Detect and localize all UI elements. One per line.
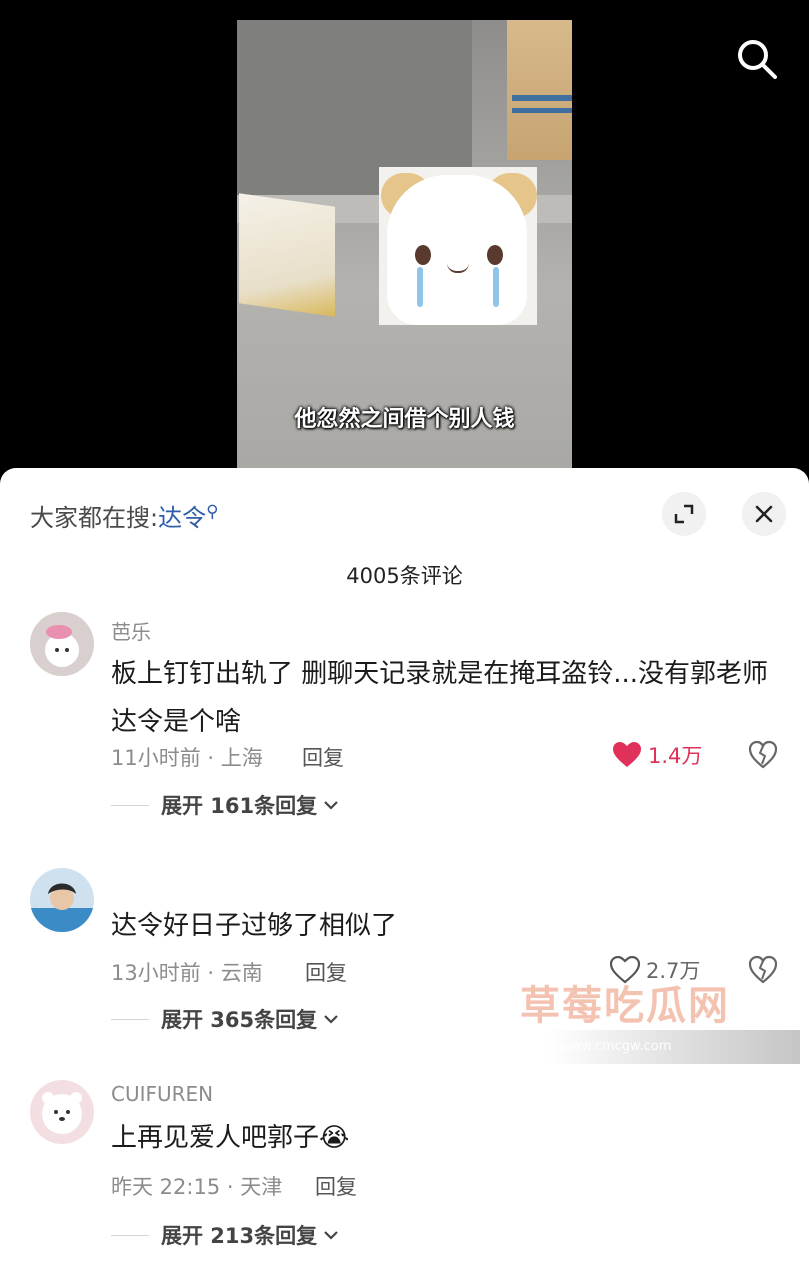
reply-button[interactable]: 回复 <box>305 957 347 987</box>
expand-replies-label: 展开 213条回复 <box>161 1224 318 1248</box>
comment-count: 4005条评论 <box>346 564 463 588</box>
comment-username[interactable]: CUIFUREN <box>111 1082 213 1106</box>
like-count: 1.4万 <box>648 744 703 768</box>
close-icon <box>755 505 773 523</box>
expand-button[interactable] <box>662 492 706 536</box>
dislike-icon[interactable] <box>748 740 778 770</box>
divider <box>111 1018 149 1020</box>
hot-search-bar[interactable]: 大家都在搜:达令⚲ <box>30 498 219 533</box>
avatar-image <box>30 1080 94 1144</box>
expand-replies-label: 展开 365条回复 <box>161 1008 318 1032</box>
expand-replies-button[interactable]: 展开 213条回复 <box>111 1220 339 1250</box>
watermark-title: 草莓吃瓜网 <box>520 983 730 1029</box>
close-button[interactable] <box>742 492 786 536</box>
plush-tear <box>417 267 423 307</box>
divider <box>111 1234 149 1236</box>
reply-button[interactable]: 回复 <box>315 1171 357 1201</box>
video-frame[interactable]: 他忽然之间借个别人钱 <box>237 20 572 470</box>
avatar[interactable] <box>30 1080 94 1144</box>
plush-eye <box>415 245 431 265</box>
video-scene-rope <box>512 108 572 113</box>
expand-icon <box>674 504 694 524</box>
small-search-icon: ⚲ <box>206 502 219 522</box>
expand-replies-button[interactable]: 展开 161条回复 <box>111 790 339 820</box>
avatar-image <box>30 868 94 932</box>
chevron-down-icon <box>324 1015 338 1024</box>
search-button[interactable] <box>734 36 780 82</box>
hot-search-keyword[interactable]: 达令 <box>158 504 206 532</box>
video-scene-rope <box>512 95 572 101</box>
avatar-image <box>30 612 94 676</box>
video-player[interactable]: 他忽然之间借个别人钱 <box>0 0 809 470</box>
like-button[interactable]: 1.4万 <box>612 740 702 770</box>
divider <box>111 804 149 806</box>
chevron-down-icon <box>324 801 338 810</box>
comment-sheet: 大家都在搜:达令⚲ 4005条评论 芭乐 板上钉钉出轨了 删聊天记录就是在掩耳盗… <box>0 468 809 1280</box>
expand-replies-button[interactable]: 展开 365条回复 <box>111 1004 339 1034</box>
video-scene-cardboard <box>507 20 572 160</box>
watermark-url: www.cmcgw.com <box>548 1030 800 1064</box>
search-icon <box>738 40 777 79</box>
plush-body <box>387 175 527 325</box>
comment-text: 板上钉钉出轨了 删聊天记录就是在掩耳盗铃...没有郭老师达令是个啥 <box>111 659 769 737</box>
avatar[interactable] <box>30 868 94 932</box>
comment-text: 达令好日子过够了相似了 <box>111 911 398 941</box>
comment-meta: 13小时前 · 云南 <box>111 961 263 985</box>
avatar[interactable] <box>30 612 94 676</box>
comment-username[interactable]: 芭乐 <box>111 616 151 645</box>
plush-tear <box>493 267 499 307</box>
expand-replies-label: 展开 161条回复 <box>161 794 318 818</box>
plush-eye <box>487 245 503 265</box>
hot-search-label: 大家都在搜: <box>30 504 159 532</box>
comment-meta: 11小时前 · 上海 <box>111 746 263 770</box>
heart-filled-icon <box>613 742 641 767</box>
comment-text: 上再见爱人吧郭子😭 <box>111 1123 350 1153</box>
chevron-down-icon <box>324 1231 338 1240</box>
reply-button[interactable]: 回复 <box>302 742 344 772</box>
dislike-icon[interactable] <box>748 955 778 985</box>
video-scene-box <box>239 193 335 317</box>
crying-plush-sticker <box>379 167 537 325</box>
video-subtitle: 他忽然之间借个别人钱 <box>294 407 515 432</box>
comment-meta: 昨天 22:15 · 天津 <box>111 1175 283 1199</box>
